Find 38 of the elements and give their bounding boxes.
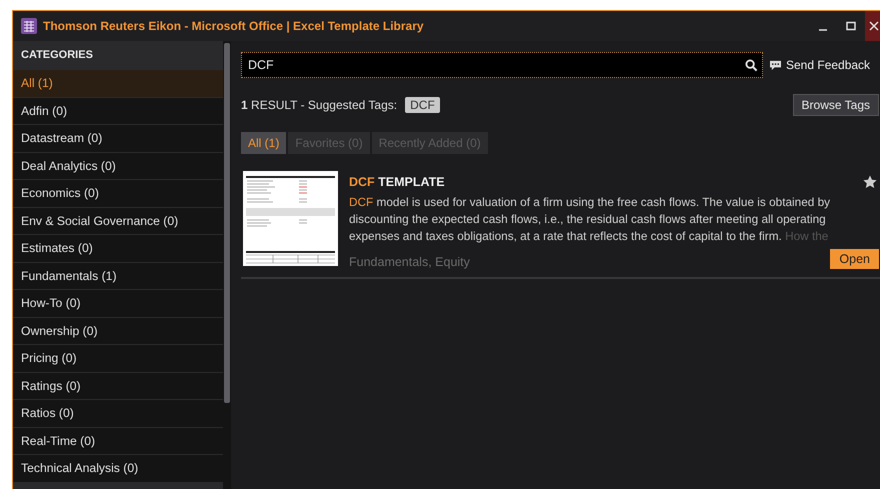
scrollbar[interactable]	[223, 41, 231, 489]
close-icon	[869, 21, 879, 31]
category-item[interactable]: Datastream (0)	[13, 124, 223, 152]
send-feedback-link[interactable]: Send Feedback	[769, 58, 870, 72]
category-item[interactable]: Economics (0)	[13, 179, 223, 206]
template-tags: Fundamentals, Equity	[349, 255, 470, 269]
search-icon	[745, 58, 758, 72]
open-button[interactable]: Open	[830, 249, 879, 269]
scrollbar-thumb[interactable]	[224, 43, 230, 403]
window-title: Thomson Reuters Eikon - Microsoft Office | Excel Template Library	[43, 19, 424, 33]
category-item[interactable]: Pricing (0)	[13, 344, 223, 372]
category-item[interactable]: Ratios (0)	[13, 399, 223, 426]
minimize-icon	[819, 29, 827, 31]
category-item[interactable]: Technical Analysis (0)	[13, 454, 223, 482]
category-item[interactable]: All (1)	[13, 69, 223, 96]
category-item[interactable]: How-To (0)	[13, 289, 223, 316]
tag-chip[interactable]: DCF	[405, 97, 440, 113]
maximize-icon	[846, 21, 856, 31]
category-item[interactable]: Real-Time (0)	[13, 426, 223, 454]
template-title[interactable]: DCF TEMPLATE	[349, 175, 445, 189]
category-item[interactable]: Deal Analytics (0)	[13, 152, 223, 179]
category-item[interactable]: Adfin (0)	[13, 96, 223, 124]
close-button[interactable]	[865, 11, 880, 41]
search-box[interactable]: DCF	[241, 52, 763, 78]
filter-tab[interactable]: All (1)	[241, 132, 286, 154]
category-item[interactable]: Env & Social Governance (0)	[13, 206, 223, 234]
template-description: DCF model is used for valuation of a firm using the free cash flows. The value is obtained by discounting the expected cash flows, i.e., the residual cash flows after meeting all operating expenses and taxes obligations, at a rate that reflects the cost of capital to the firm. How the	[349, 194, 832, 245]
sidebar-heading: CATEGORIES	[21, 49, 93, 61]
category-item[interactable]: Ratings (0)	[13, 372, 223, 399]
category-item[interactable]: Ownership (0)	[13, 316, 223, 344]
grid-icon	[21, 18, 37, 34]
search-input[interactable]: DCF	[242, 58, 745, 72]
speech-bubble-icon	[769, 60, 782, 70]
result-summary: 1 RESULT - Suggested Tags:	[241, 98, 398, 112]
star-icon[interactable]	[863, 175, 877, 189]
category-item[interactable]: Estimates (0)	[13, 234, 223, 262]
browse-tags-button[interactable]: Browse Tags	[792, 94, 879, 116]
category-item[interactable]: Fundamentals (1)	[13, 262, 223, 289]
